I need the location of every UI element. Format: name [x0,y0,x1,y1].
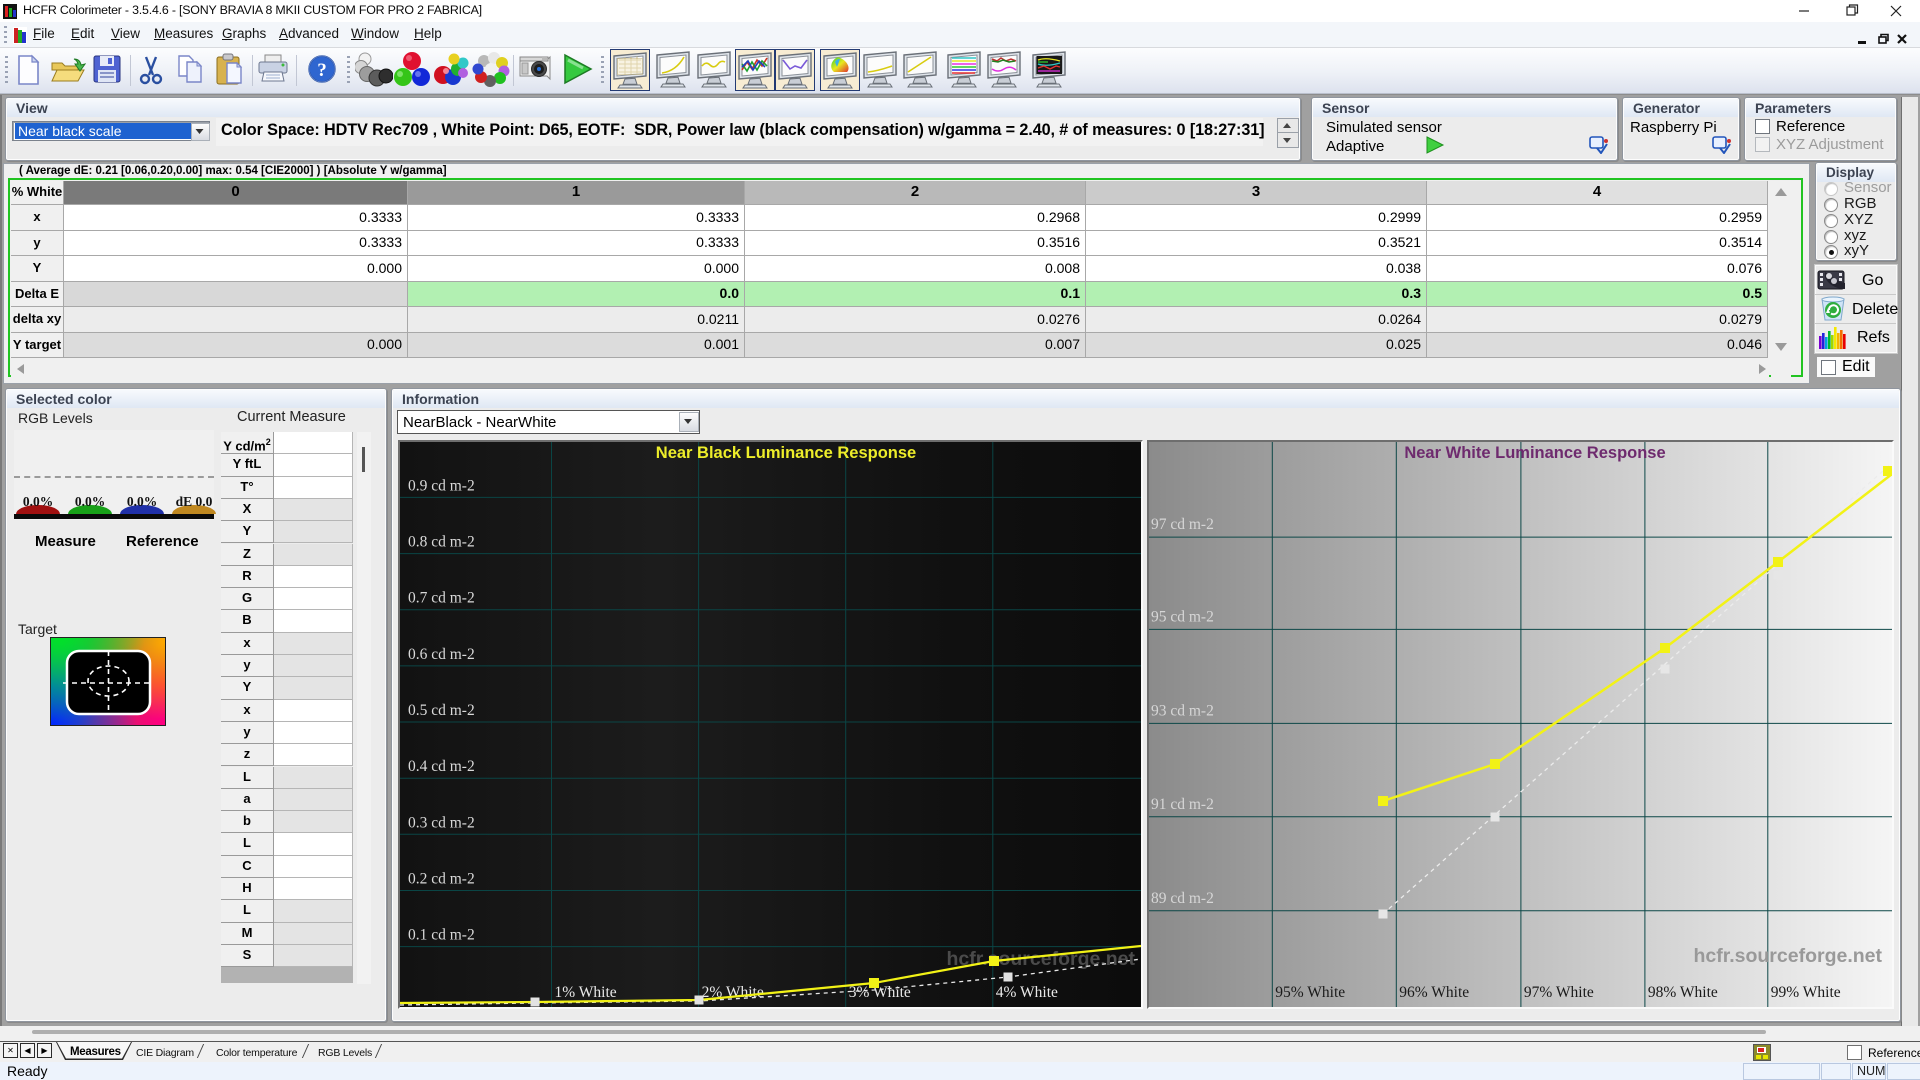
svg-text:0.8 cd m-2: 0.8 cd m-2 [408,534,475,551]
svg-text:99% White: 99% White [1771,984,1841,1001]
svg-text:0.6 cd m-2: 0.6 cd m-2 [408,646,475,663]
svg-text:0.5 cd m-2: 0.5 cd m-2 [408,702,475,719]
svg-text:hcfr.sourceforge.net: hcfr.sourceforge.net [1693,945,1882,967]
svg-text:0.3 cd m-2: 0.3 cd m-2 [408,814,475,831]
svg-text:0.9 cd m-2: 0.9 cd m-2 [408,477,475,494]
svg-text:95 cd m-2: 95 cd m-2 [1151,608,1214,625]
svg-text:96% White: 96% White [1399,984,1469,1001]
svg-text:?: ? [317,60,327,81]
svg-text:98% White: 98% White [1648,984,1718,1001]
svg-text:1% White: 1% White [555,984,617,1001]
svg-text:0.7 cd m-2: 0.7 cd m-2 [408,590,475,607]
svg-text:3% White: 3% White [849,984,911,1001]
svg-text:0.1 cd m-2: 0.1 cd m-2 [408,927,475,944]
svg-text:97 cd m-2: 97 cd m-2 [1151,516,1214,533]
svg-text:93 cd m-2: 93 cd m-2 [1151,702,1214,719]
svg-text:91 cd m-2: 91 cd m-2 [1151,796,1214,813]
svg-text:hcfr.sourceforge.net: hcfr.sourceforge.net [946,948,1135,970]
svg-text:89 cd m-2: 89 cd m-2 [1151,890,1214,907]
svg-text:0.4 cd m-2: 0.4 cd m-2 [408,758,475,775]
svg-text:4% White: 4% White [996,984,1058,1001]
svg-text:Near White Luminance Response: Near White Luminance Response [1404,444,1665,462]
svg-text:Near Black Luminance Response: Near Black Luminance Response [656,444,916,462]
svg-text:95% White: 95% White [1275,984,1345,1001]
svg-text:97% White: 97% White [1524,984,1594,1001]
svg-text:0.2 cd m-2: 0.2 cd m-2 [408,871,475,888]
